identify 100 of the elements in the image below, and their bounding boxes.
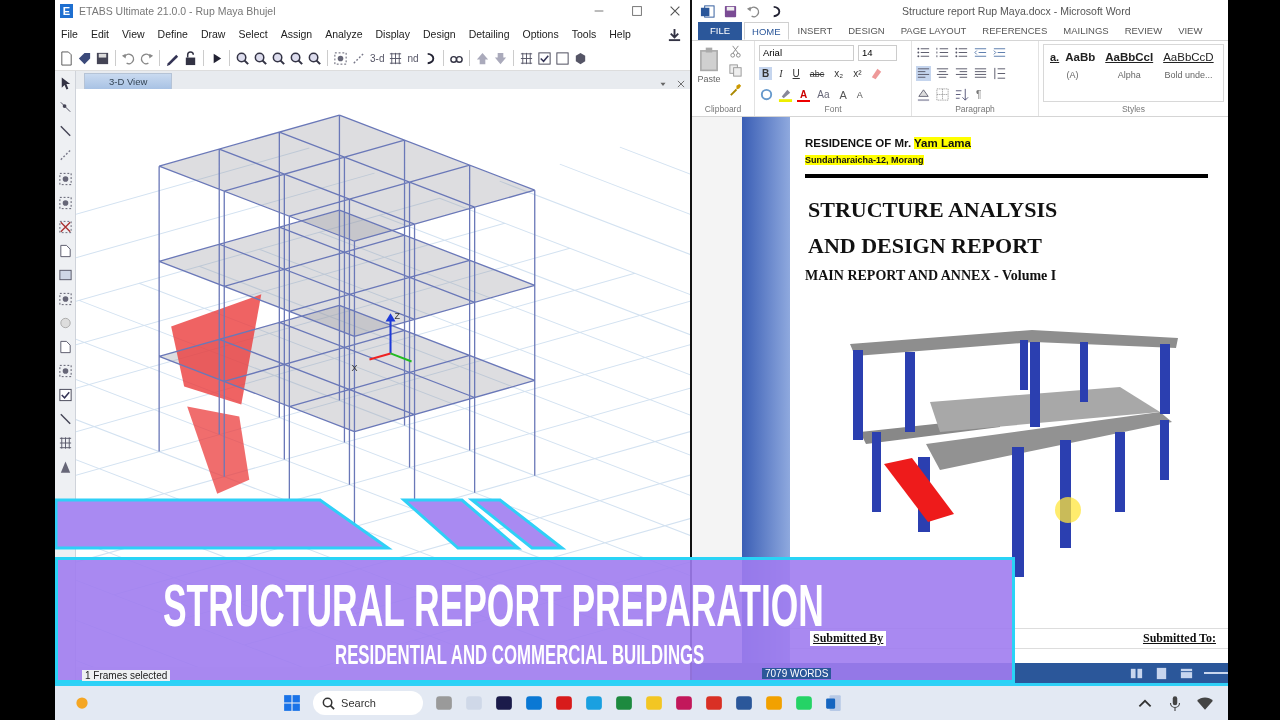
axis-label: Z xyxy=(394,311,400,322)
document-address: Sundarharaicha-12, Morang xyxy=(805,155,924,165)
zoom-icon[interactable] xyxy=(253,50,268,66)
format-button[interactable]: abc xyxy=(806,67,828,80)
ribbon-tab[interactable]: DESIGN xyxy=(841,22,892,40)
list-icon[interactable] xyxy=(954,45,969,60)
word-logo-icon[interactable] xyxy=(700,3,715,19)
menu-item[interactable]: Tools xyxy=(571,28,597,40)
format-button[interactable]: x² xyxy=(850,67,865,80)
line-spacing-icon[interactable] xyxy=(992,66,1007,81)
search-field[interactable]: Search xyxy=(313,691,424,715)
show-formatting-button[interactable]: ¶ xyxy=(973,88,985,101)
font-name-field[interactable]: Arial xyxy=(759,44,854,61)
cross-frame-icon[interactable] xyxy=(57,219,73,235)
brush-icon[interactable] xyxy=(728,82,743,97)
format-button[interactable]: x₂ xyxy=(831,67,847,80)
grid-icon[interactable] xyxy=(388,50,404,66)
menu-item[interactable]: Analyze xyxy=(325,28,363,40)
menu-item[interactable]: Help xyxy=(609,28,631,40)
maximize-icon[interactable] xyxy=(630,4,644,18)
ribbon-tab[interactable]: REVIEW xyxy=(1117,22,1170,40)
grid-icon[interactable] xyxy=(57,435,73,451)
justify-icon[interactable] xyxy=(973,66,988,81)
save-icon[interactable] xyxy=(95,50,110,66)
menu-item[interactable]: Assign xyxy=(280,28,313,40)
text-effects-icon[interactable] xyxy=(759,87,774,102)
menu-item[interactable]: File xyxy=(61,28,78,40)
target-frame-icon[interactable] xyxy=(57,195,73,211)
font-size-field[interactable]: 14 xyxy=(858,44,897,61)
ribbon-tab[interactable]: HOME xyxy=(744,22,789,40)
list-icon[interactable] xyxy=(916,45,931,60)
ribbon-tab[interactable]: INSERT xyxy=(790,22,840,40)
style-preview[interactable]: AaBbCcD xyxy=(1163,51,1214,63)
style-name[interactable]: (A) xyxy=(1066,70,1079,80)
lock-icon[interactable] xyxy=(183,50,198,66)
target-frame-icon[interactable] xyxy=(57,171,73,187)
change-case-button[interactable]: Aa xyxy=(814,88,833,101)
align-center-icon[interactable] xyxy=(935,66,950,81)
outdent-icon[interactable] xyxy=(973,45,988,60)
style-preview[interactable]: AaBb xyxy=(1065,51,1096,63)
style-name[interactable]: Alpha xyxy=(1117,70,1141,80)
zoom-icon[interactable] xyxy=(271,50,286,66)
highlighter-icon[interactable] xyxy=(778,87,793,102)
grid-icon[interactable] xyxy=(518,50,534,66)
menu-item[interactable]: Display xyxy=(375,28,410,40)
panel-icon[interactable] xyxy=(57,267,73,283)
format-button[interactable]: I xyxy=(776,67,786,80)
style-name[interactable]: Bold unde... xyxy=(1164,70,1213,80)
target-frame-icon[interactable] xyxy=(57,363,73,379)
font-color-button[interactable]: A xyxy=(797,87,811,102)
document-title: STRUCTURE ANALYSIS xyxy=(807,196,1059,224)
toolbar-button[interactable]: 3-d xyxy=(369,52,386,64)
format-button[interactable]: U xyxy=(789,67,803,80)
zoom-icon[interactable] xyxy=(307,50,322,66)
close-icon[interactable] xyxy=(668,4,682,18)
paste-button[interactable]: Paste xyxy=(697,74,721,84)
menu-item[interactable]: Select xyxy=(238,28,268,40)
shrink-font-button[interactable]: A xyxy=(853,88,866,101)
menu-item[interactable]: Edit xyxy=(90,28,109,40)
menu-item[interactable]: Define xyxy=(157,28,188,40)
document-app-icon[interactable] xyxy=(825,694,844,712)
menu-item[interactable]: View xyxy=(122,28,145,40)
submitted-by-label: Submitted By xyxy=(810,631,887,646)
ribbon-tab[interactable]: FILE xyxy=(698,22,743,40)
app-icon[interactable] xyxy=(735,694,754,712)
zoom-icon[interactable] xyxy=(289,50,304,66)
scissors-icon[interactable] xyxy=(728,44,743,59)
windows-icon[interactable] xyxy=(283,694,302,712)
target-frame-icon[interactable] xyxy=(333,50,348,66)
ribbon-tab[interactable]: REFERENCES xyxy=(975,22,1055,40)
ribbon-tab[interactable]: VIEW xyxy=(1171,22,1210,40)
style-preview[interactable]: AaBbCcI xyxy=(1105,51,1154,63)
target-frame-icon[interactable] xyxy=(57,291,73,307)
print-layout-icon[interactable] xyxy=(1154,665,1169,681)
zoom-icon[interactable] xyxy=(235,50,250,66)
app-icon[interactable] xyxy=(495,694,514,712)
ribbon-tab[interactable]: MAILINGS xyxy=(1056,22,1116,40)
view-tab[interactable]: 3-D View xyxy=(84,73,173,89)
menu-item[interactable]: Detailing xyxy=(468,28,510,40)
menu-item[interactable]: Options xyxy=(522,28,559,40)
align-right-icon[interactable] xyxy=(954,66,969,81)
download-icon[interactable] xyxy=(667,26,682,42)
page-icon[interactable] xyxy=(57,243,73,259)
numbered-list-icon[interactable] xyxy=(935,45,950,60)
checkbox-icon[interactable] xyxy=(57,387,73,403)
menu-item[interactable]: Draw xyxy=(200,28,226,40)
close-icon[interactable] xyxy=(676,79,686,89)
checkbox-icon[interactable] xyxy=(536,50,552,66)
save-icon[interactable] xyxy=(723,3,738,19)
sort-icon[interactable] xyxy=(954,87,969,102)
bucket-icon[interactable] xyxy=(916,87,931,102)
indent-icon[interactable] xyxy=(992,45,1007,60)
tag-icon[interactable] xyxy=(77,50,92,66)
page-icon[interactable] xyxy=(57,339,73,355)
align-left-icon[interactable] xyxy=(916,66,931,81)
grow-font-button[interactable]: A xyxy=(836,87,850,102)
ribbon-tab[interactable]: PAGE LAYOUT xyxy=(893,22,974,40)
format-button[interactable]: B xyxy=(759,67,773,80)
toolbar-button[interactable]: nd xyxy=(406,52,420,64)
menu-item[interactable]: Design xyxy=(422,28,456,40)
